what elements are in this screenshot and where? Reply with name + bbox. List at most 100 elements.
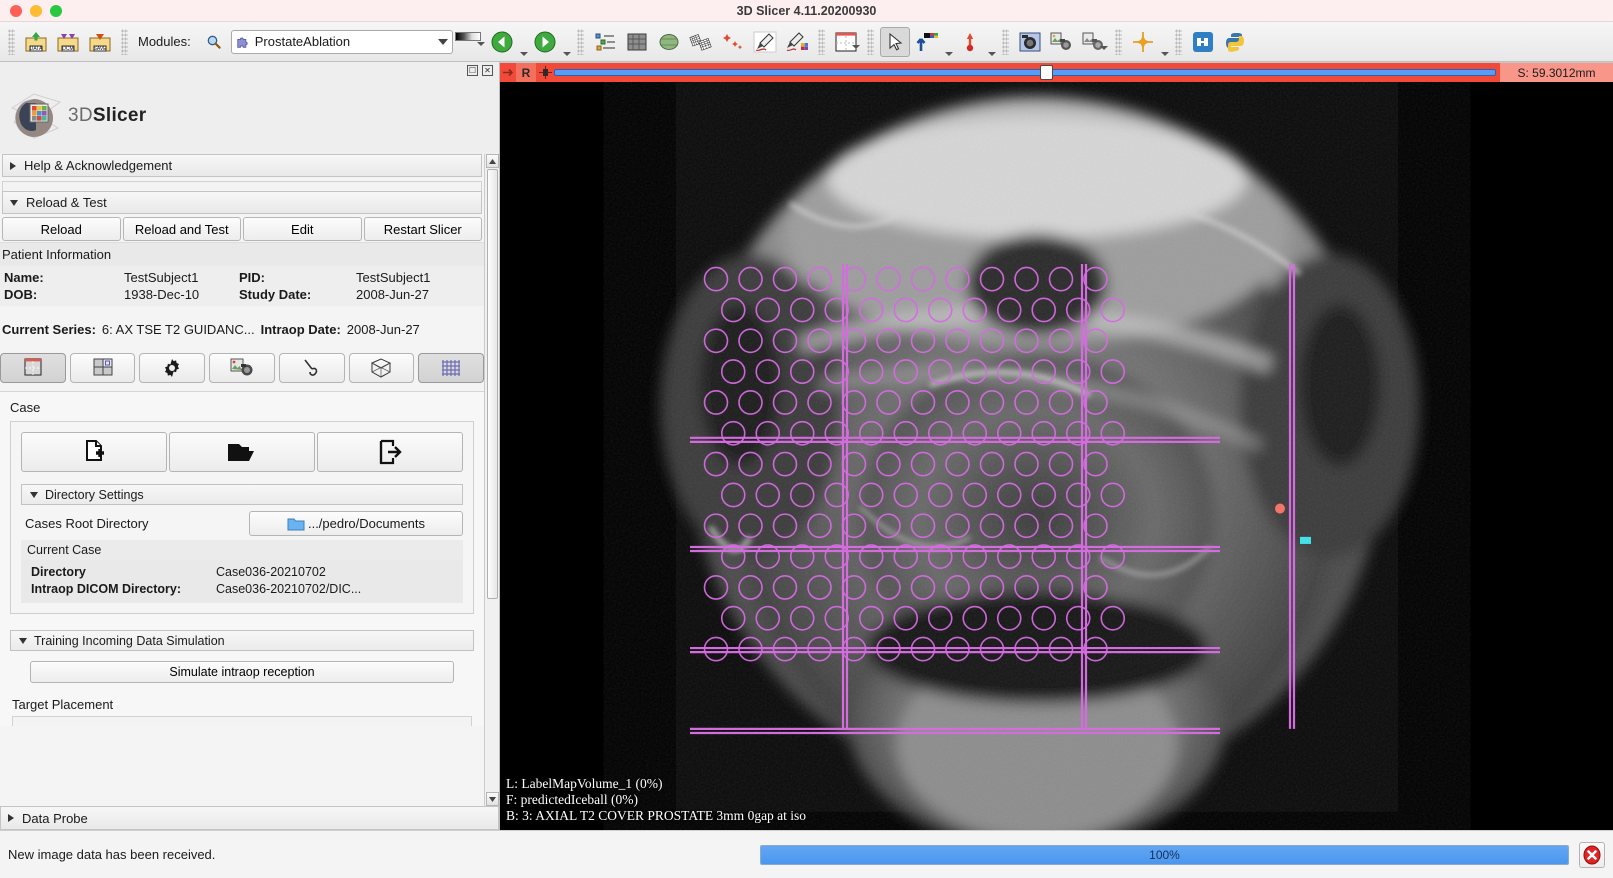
patient-name-label: Name: — [4, 270, 124, 285]
chevron-down-icon — [19, 638, 27, 644]
panel-tool-buttons: ☐ ✕ — [0, 62, 499, 78]
slicer-logo-text: 3DSlicer — [68, 105, 146, 127]
restart-slicer-button[interactable]: Restart Slicer — [364, 217, 483, 241]
scroll-up-arrow-icon[interactable] — [486, 154, 499, 168]
screenshot-scene-icon[interactable] — [209, 353, 275, 383]
reload-and-test-button[interactable]: Reload and Test — [123, 217, 242, 241]
back-dropdown-icon[interactable] — [520, 52, 528, 56]
reload-button[interactable]: Reload — [2, 217, 121, 241]
mouse-pointer-icon[interactable] — [880, 27, 910, 57]
screenshot-icon[interactable] — [1015, 27, 1045, 57]
current-case-grid: Directory Case036-20210702 Intraop DICOM… — [21, 560, 463, 603]
patient-information-heading: Patient Information — [0, 242, 484, 266]
registration-icon[interactable] — [718, 27, 748, 57]
current-series-label: Current Series: — [2, 322, 96, 337]
pin-slice-controller-icon[interactable] — [500, 68, 516, 77]
search-icon[interactable] — [199, 27, 229, 57]
toolbar-grip-6[interactable] — [1002, 29, 1009, 55]
models-icon[interactable] — [654, 27, 684, 57]
slicer-application-window: 3D Slicer 4.11.20200930 DATA DCM — [0, 0, 1613, 878]
place-marker-dropdown-icon[interactable] — [988, 52, 996, 56]
crosshair-dropdown-icon[interactable] — [1161, 52, 1169, 56]
bounding-box-icon[interactable] — [349, 353, 415, 383]
toolbar-grip[interactable] — [8, 29, 15, 55]
viewer-overlay-text: L: LabelMapVolume_1 (0%) F: predictedIce… — [506, 776, 806, 824]
mri-slice-image[interactable] — [500, 82, 1613, 830]
close-window-button[interactable] — [10, 5, 22, 17]
main-toolbar: DATA DCM SAVE Modules: — [0, 22, 1613, 62]
open-case-icon[interactable] — [169, 432, 315, 472]
cancel-icon[interactable] — [1579, 842, 1605, 868]
close-case-icon[interactable] — [317, 432, 463, 472]
python-icon[interactable] — [1220, 27, 1250, 57]
patient-dob-label: DOB: — [4, 287, 124, 302]
segment-editor-icon[interactable] — [782, 27, 812, 57]
training-simulation-section[interactable]: Training Incoming Data Simulation — [10, 630, 474, 651]
window-title: 3D Slicer 4.11.20200930 — [0, 4, 1613, 18]
svg-text:DCM: DCM — [62, 46, 73, 52]
slice-offset-slider[interactable] — [554, 63, 1500, 82]
subject-hierarchy-icon[interactable] — [590, 27, 620, 57]
edit-button[interactable]: Edit — [243, 217, 362, 241]
chevron-down-icon — [438, 39, 448, 45]
volume-rendering-icon[interactable] — [622, 27, 652, 57]
simulate-intraop-reception-button[interactable]: Simulate intraop reception — [30, 661, 454, 683]
new-case-icon[interactable] — [21, 432, 167, 472]
slice-visibility-icon[interactable] — [536, 66, 554, 79]
window-level-icon[interactable] — [455, 30, 485, 54]
window-controls[interactable] — [10, 5, 62, 17]
maximize-window-button[interactable] — [50, 5, 62, 17]
scroll-down-arrow-icon[interactable] — [486, 792, 499, 806]
pin-panel-icon[interactable]: ☐ — [467, 65, 478, 76]
slice-slider-handle[interactable] — [1040, 65, 1053, 80]
data-load-icon[interactable]: DATA — [21, 27, 51, 57]
overlay-label-line: L: LabelMapVolume_1 (0%) — [506, 776, 806, 792]
title-bar: 3D Slicer 4.11.20200930 — [0, 0, 1613, 22]
foreground-color-icon[interactable] — [912, 27, 942, 57]
scrollbar-thumb[interactable] — [487, 169, 498, 599]
checkerboard-icon[interactable] — [686, 27, 716, 57]
needle-path-icon[interactable] — [279, 353, 345, 383]
annotations-icon[interactable] — [750, 27, 780, 57]
layout-four-up-icon[interactable] — [70, 353, 136, 383]
toolbar-grip-2[interactable] — [121, 29, 128, 55]
reload-test-section[interactable]: Reload & Test — [2, 191, 482, 214]
module-selector[interactable]: ProstateAblation — [231, 30, 453, 54]
module-selector-value: ProstateAblation — [255, 34, 350, 49]
dicom-load-icon[interactable]: DCM — [53, 27, 83, 57]
scrollbar-track[interactable] — [486, 599, 499, 792]
slice-viewer: R S: 59.3012mm — [500, 62, 1613, 830]
help-acknowledgement-section[interactable]: Help & Acknowledgement — [2, 154, 482, 177]
cases-root-directory-button[interactable]: .../pedro/Documents — [249, 511, 463, 536]
section-divider — [2, 181, 482, 191]
forward-dropdown-icon[interactable] — [563, 52, 571, 56]
place-marker-icon[interactable] — [955, 27, 985, 57]
extensions-icon[interactable] — [1188, 27, 1218, 57]
toolbar-grip-8[interactable] — [1175, 29, 1182, 55]
module-panel-scrollbar[interactable] — [484, 154, 499, 806]
directory-settings-section[interactable]: Directory Settings — [21, 484, 463, 505]
chevron-down-icon — [30, 492, 38, 498]
forward-icon[interactable] — [530, 27, 560, 57]
toolbar-grip-5[interactable] — [867, 29, 874, 55]
data-probe-section[interactable]: Data Probe — [0, 806, 499, 830]
crosshair-icon[interactable] — [1128, 27, 1158, 57]
scene-views-capture-icon[interactable] — [1079, 27, 1109, 57]
modules-label: Modules: — [138, 34, 191, 49]
slice-canvas[interactable]: L: LabelMapVolume_1 (0%) F: predictedIce… — [500, 82, 1613, 830]
zframe-grid-icon[interactable] — [418, 353, 484, 383]
toolbar-grip-7[interactable] — [1115, 29, 1122, 55]
back-icon[interactable] — [487, 27, 517, 57]
save-icon[interactable]: SAVE — [85, 27, 115, 57]
toolbar-grip-3[interactable] — [577, 29, 584, 55]
close-panel-icon[interactable]: ✕ — [482, 65, 493, 76]
minimize-window-button[interactable] — [30, 5, 42, 17]
foreground-dropdown-icon[interactable] — [945, 52, 953, 56]
svg-text:SAVE: SAVE — [94, 46, 108, 52]
settings-gear-icon[interactable] — [139, 353, 205, 383]
layout-red-slice-icon[interactable] — [0, 353, 66, 383]
layout-icon[interactable] — [831, 27, 861, 57]
training-simulation-block: Training Incoming Data Simulation Simula… — [10, 630, 474, 683]
scene-views-icon[interactable] — [1047, 27, 1077, 57]
toolbar-grip-4[interactable] — [818, 29, 825, 55]
